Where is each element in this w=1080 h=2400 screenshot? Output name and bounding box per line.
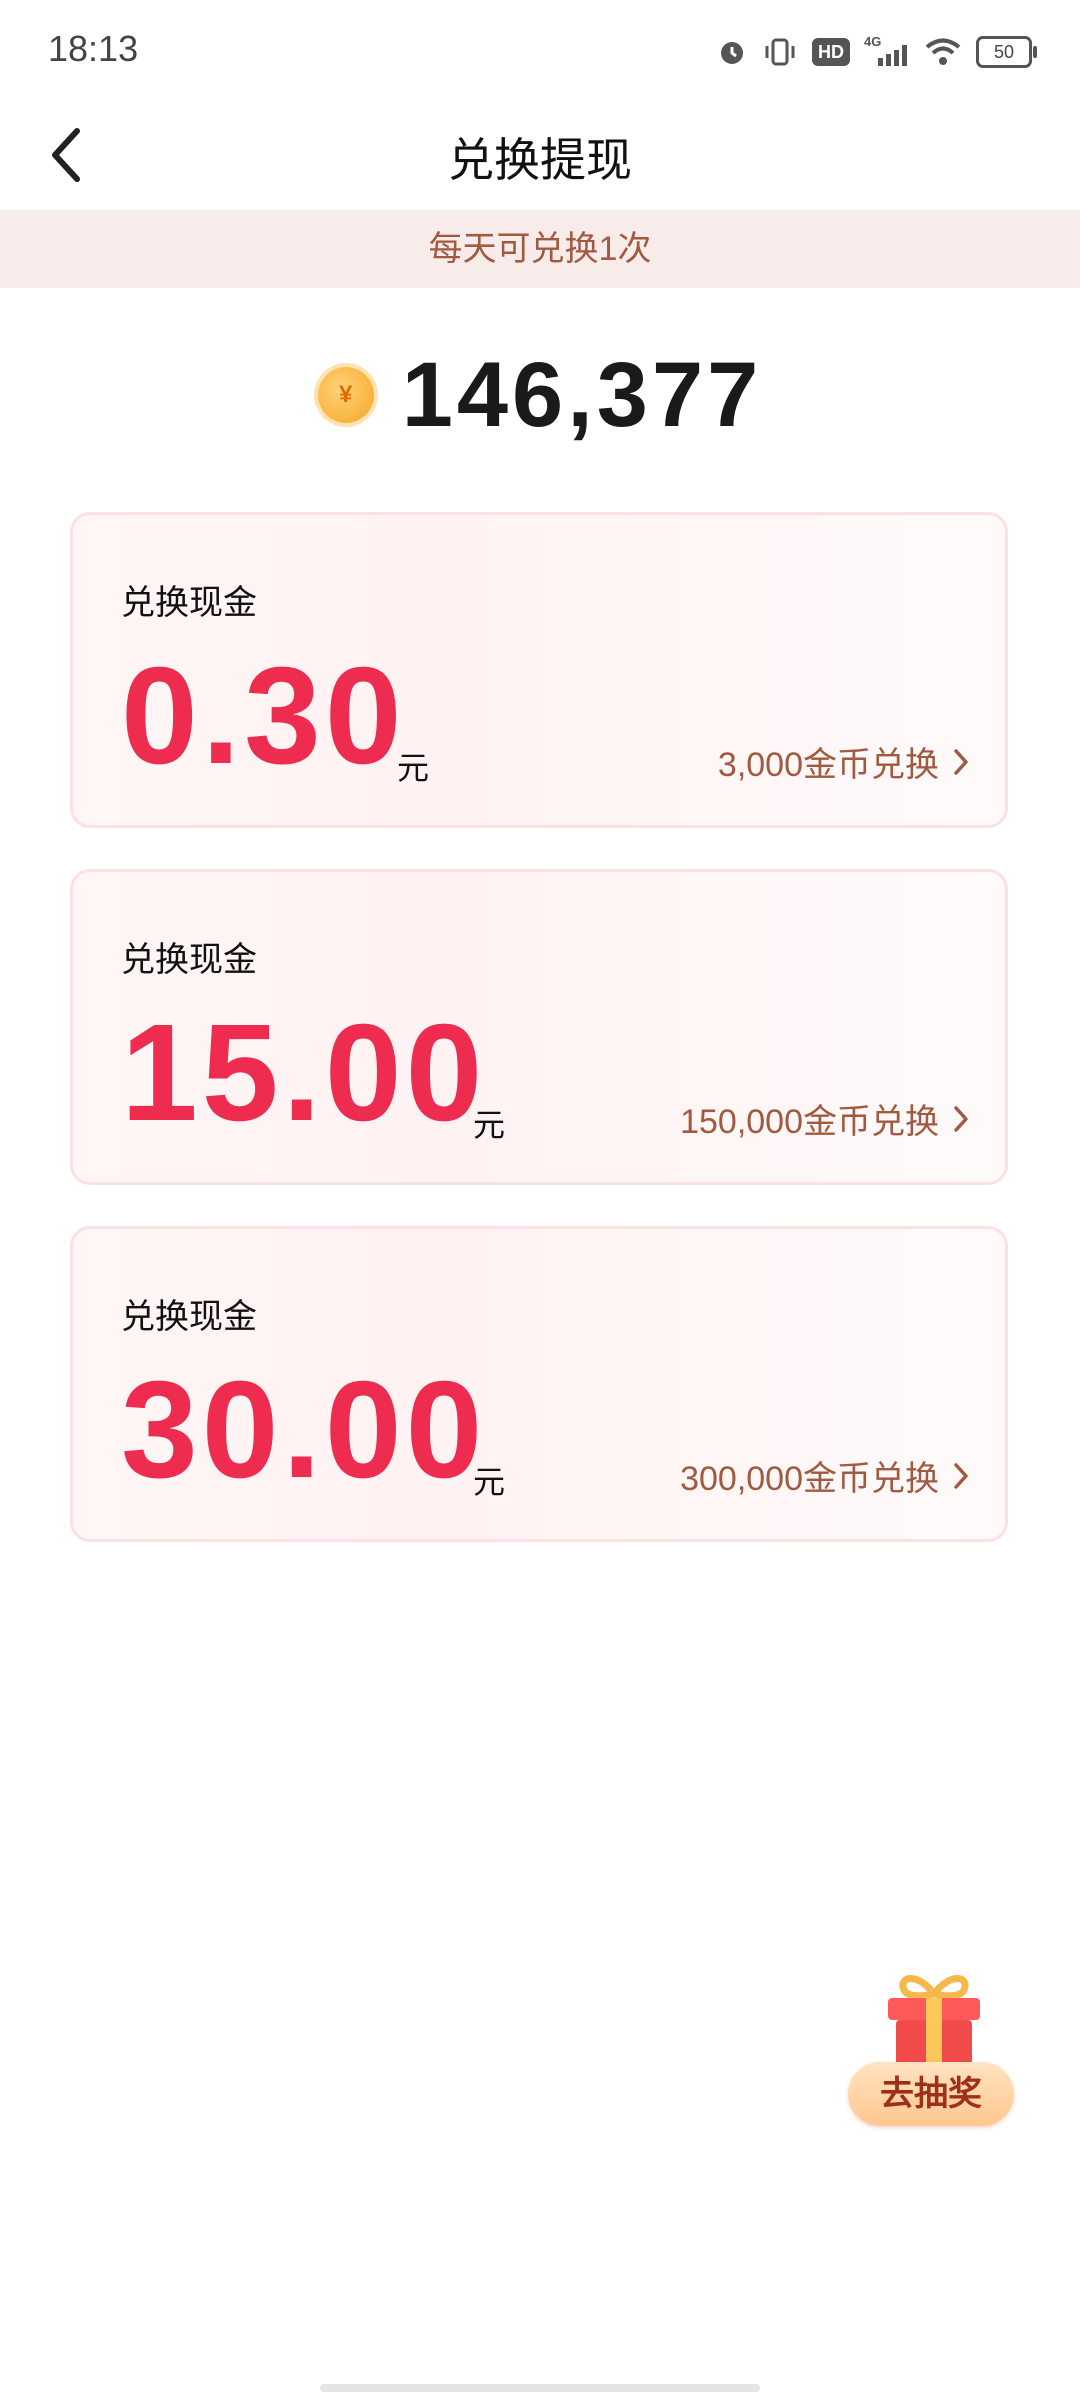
battery-icon: 50 [976,36,1037,68]
signal-icon: 4G [864,32,910,72]
exchange-button[interactable]: 300,000金币兑换 [680,1451,969,1500]
card-label: 兑换现金 [121,1298,257,1336]
home-indicator[interactable] [320,2384,760,2392]
nav-bar: 兑换提现 [0,100,1080,210]
exchange-button[interactable]: 3,000金币兑换 [718,737,969,786]
network-label: 4G [864,34,881,49]
card-label: 兑换现金 [121,584,257,622]
chevron-right-icon [954,1462,968,1489]
exchange-card-3[interactable]: 兑换现金 30.00 元 300,000金币兑换 [70,1226,1008,1542]
exchange-button-label: 300,000金币兑换 [680,1460,939,1498]
status-bar: 18:13 HD 4G 50 [0,0,1080,100]
card-unit: 元 [397,750,430,786]
card-amount: 0.30 [121,639,406,793]
lottery-button[interactable]: 去抽奖 [848,1950,1018,2130]
exchange-button-label: 3,000金币兑换 [717,746,939,784]
status-icons: HD 4G 50 [716,32,1037,72]
card-amount: 15.00 [121,996,487,1150]
card-unit: 元 [473,1464,506,1500]
chevron-right-icon [954,748,968,775]
hd-icon: HD [812,38,850,66]
status-time: 18:13 [48,28,139,69]
exchange-button-label: 150,000金币兑换 [680,1103,939,1141]
exchange-card-2[interactable]: 兑换现金 15.00 元 150,000金币兑换 [70,869,1008,1185]
daily-limit-notice: 每天可兑换1次 [0,210,1080,288]
wifi-icon [924,32,962,72]
balance-value: 146,377 [401,343,763,446]
chevron-right-icon [954,1105,968,1132]
exchange-card-1[interactable]: 兑换现金 0.30 元 3,000金币兑换 [70,512,1008,828]
vibrate-icon [762,32,798,72]
coin-balance: ¥ 146,377 [0,340,1080,450]
lottery-label: 去抽奖 [848,2062,1014,2126]
alarm-icon [716,32,748,72]
card-unit: 元 [473,1107,506,1143]
card-label: 兑换现金 [121,941,257,979]
exchange-button[interactable]: 150,000金币兑换 [680,1094,969,1143]
page-title: 兑换提现 [448,134,632,186]
card-amount: 30.00 [121,1353,487,1507]
gold-coin-icon: ¥ [317,367,374,423]
